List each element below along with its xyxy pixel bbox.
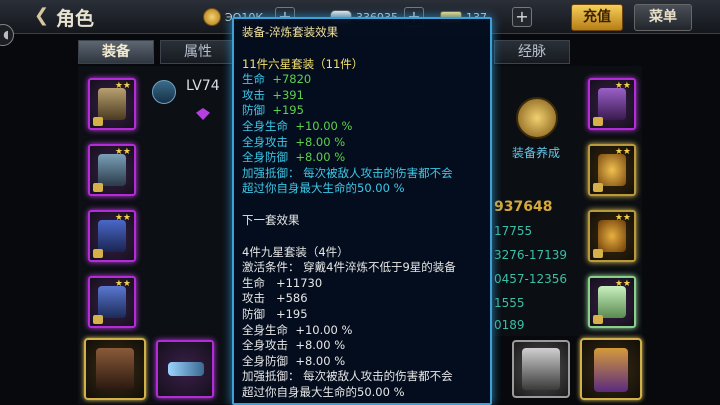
amulet-icon [598, 154, 626, 186]
hero-portrait-icon [96, 348, 134, 390]
boots-slot[interactable]: ★★ [88, 276, 136, 328]
ring-slot[interactable]: ★★ [588, 210, 636, 262]
lock-icon [593, 315, 603, 324]
star-rating-icon: ★★ [614, 279, 631, 289]
stat-value-4: 1555 [494, 296, 525, 310]
set-effect-tooltip: 装备-淬炼套装效果 11件六星套装（11件） 生命 +7820 攻击 +391 … [232, 17, 492, 405]
next-stat-row: 全身防御 +8.00 % [242, 353, 346, 368]
stat-value-5: 0189 [494, 318, 525, 332]
stat-value-3: 0457-12356 [494, 272, 568, 286]
current-special-line-1: 加强抵御： 每次被敌人攻击的伤害都不会 [242, 165, 453, 180]
mount-slot[interactable] [512, 340, 570, 398]
sword-icon [152, 80, 176, 104]
next-set-condition: 激活条件： 穿戴4件淬炼不低于9星的装备 [242, 260, 456, 275]
stat-value-1: 17755 [494, 224, 533, 238]
menu-button[interactable]: 菜单 [634, 4, 692, 31]
tab-meridians[interactable]: 经脉 [494, 40, 570, 64]
next-special-line-1: 加强抵御： 每次被敌人攻击的伤害都不会 [242, 369, 453, 384]
hero-level: LV74 [186, 78, 220, 94]
equipment-cultivate-label[interactable]: 装备养成 [512, 144, 560, 161]
star-rating-icon: ★★ [114, 147, 131, 157]
next-set-name: 4件九星套装（4件） [242, 244, 349, 259]
current-stat-row: 全身生命 +10.00 % [242, 118, 353, 133]
lock-icon [593, 249, 603, 258]
ring-icon [598, 220, 626, 252]
stat-value-2: 3276-17139 [494, 248, 568, 262]
tab-equipment[interactable]: 装备 [78, 40, 154, 64]
bracelet-icon [598, 88, 626, 120]
current-stat-row: 生命 +7820 [242, 72, 312, 87]
current-set-name: 11件六星套装（11件） [242, 56, 364, 71]
current-stat-row: 攻击 +391 [242, 87, 304, 102]
add-gold-button[interactable]: + [512, 7, 532, 27]
star-rating-icon: ★★ [614, 213, 631, 223]
copper-coin-icon [203, 8, 221, 26]
combat-power-value: 937648 [494, 199, 553, 215]
current-stat-row: 防御 +195 [242, 103, 304, 118]
lock-icon [593, 183, 603, 192]
necklace-icon [98, 154, 126, 186]
back-arrow-icon[interactable]: ❮ [34, 5, 49, 26]
amulet-slot[interactable]: ★★ [588, 144, 636, 196]
pants-slot[interactable]: ★★ [88, 210, 136, 262]
mount-icon [522, 348, 560, 390]
next-stat-row: 全身攻击 +8.00 % [242, 338, 346, 353]
weapon-icon [168, 362, 204, 376]
next-set-header: 下一套效果 [242, 212, 300, 227]
necklace-slot[interactable]: ★★ [88, 144, 136, 196]
next-stat-row: 防御 +195 [242, 306, 308, 321]
boots-icon [98, 286, 126, 318]
bracelet-slot[interactable]: ★★ [588, 78, 636, 130]
current-stat-row: 全身攻击 +8.00 % [242, 134, 346, 149]
helmet-slot[interactable]: ★★ [88, 78, 136, 130]
star-rating-icon: ★★ [114, 279, 131, 289]
star-rating-icon: ★★ [614, 81, 631, 91]
tab-attributes[interactable]: 属性 [160, 40, 236, 64]
pants-icon [98, 220, 126, 252]
tooltip-title: 装备-淬炼套装效果 [242, 25, 339, 39]
talisman-slot[interactable]: ★★ [588, 276, 636, 328]
lock-icon [93, 117, 103, 126]
lock-icon [93, 315, 103, 324]
costume-icon [594, 348, 628, 392]
lock-icon [593, 117, 603, 126]
current-special-line-2: 超过你自身最大生命的50.00 % [242, 181, 405, 196]
talisman-icon [598, 286, 626, 318]
lock-icon [93, 249, 103, 258]
current-stat-row: 全身防御 +8.00 % [242, 150, 346, 165]
star-rating-icon: ★★ [114, 81, 131, 91]
next-special-line-2: 超过你自身最大生命的50.00 % [242, 384, 405, 399]
star-rating-icon: ★★ [114, 213, 131, 223]
equipment-cultivate-icon[interactable] [516, 97, 558, 139]
costume-slot[interactable] [580, 338, 642, 400]
weapon-slot[interactable] [156, 340, 214, 398]
next-stat-row: 全身生命 +10.00 % [242, 322, 353, 337]
hero-portrait-slot[interactable] [84, 338, 146, 400]
lock-icon [93, 183, 103, 192]
next-stat-row: 攻击 +586 [242, 291, 308, 306]
helmet-icon [98, 88, 126, 120]
next-stat-row: 生命 +11730 [242, 275, 323, 290]
recharge-button[interactable]: 充值 [571, 4, 623, 31]
star-rating-icon: ★★ [614, 147, 631, 157]
page-title: 角色 [56, 8, 95, 30]
